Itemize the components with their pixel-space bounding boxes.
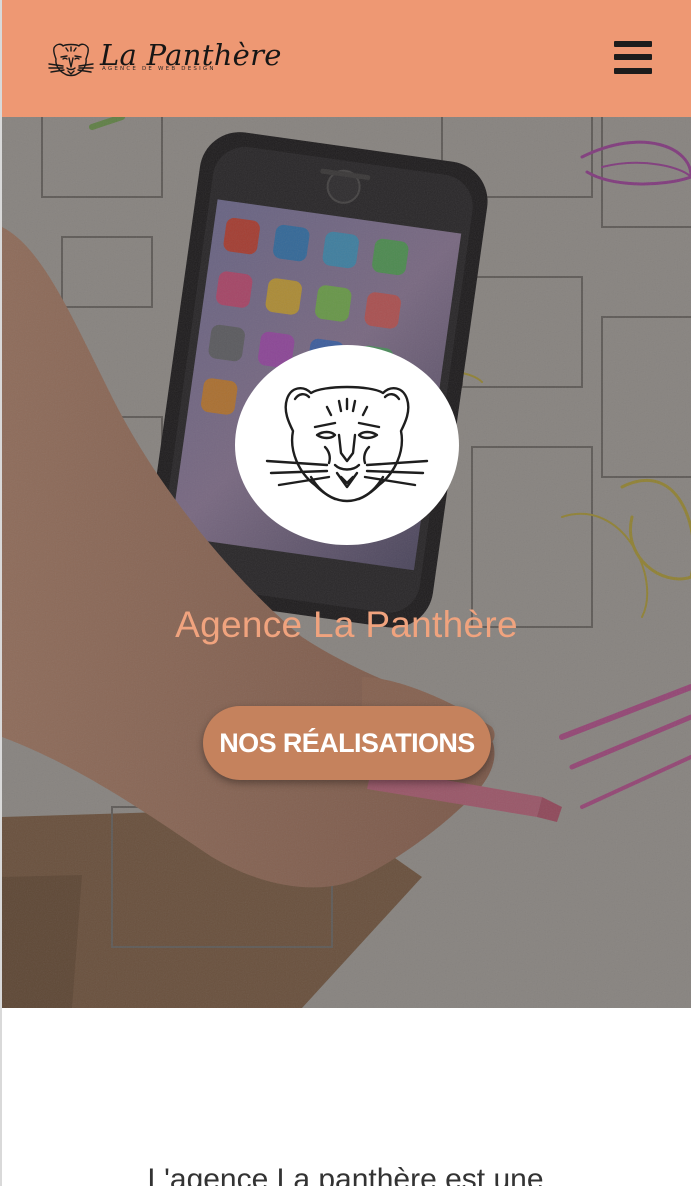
panther-head-icon [265, 385, 429, 503]
hero-section: Agence La Panthère NOS RÉALISATIONS [2, 117, 691, 1008]
menu-bar-middle [614, 54, 652, 60]
panther-logo-icon [48, 43, 94, 77]
menu-bar-top [614, 41, 652, 47]
brand-tagline: AGENCE DE WEB DESIGN [102, 66, 216, 72]
hero-overlay [2, 117, 691, 1008]
menu-bar-bottom [614, 68, 652, 74]
hero-logo-badge [235, 345, 459, 545]
site-header: La Panthère AGENCE DE WEB DESIGN [2, 0, 691, 117]
page-edge [0, 0, 2, 1186]
brand-logo-link[interactable]: La Panthère AGENCE DE WEB DESIGN [46, 36, 281, 84]
intro-paragraph: L'agence La panthère est une [147, 1163, 544, 1186]
hamburger-menu-icon[interactable] [614, 41, 652, 74]
page: La Panthère AGENCE DE WEB DESIGN Agence … [0, 0, 691, 1186]
hero-title: Agence La Panthère [175, 604, 518, 645]
portfolio-button[interactable]: NOS RÉALISATIONS [203, 706, 491, 780]
